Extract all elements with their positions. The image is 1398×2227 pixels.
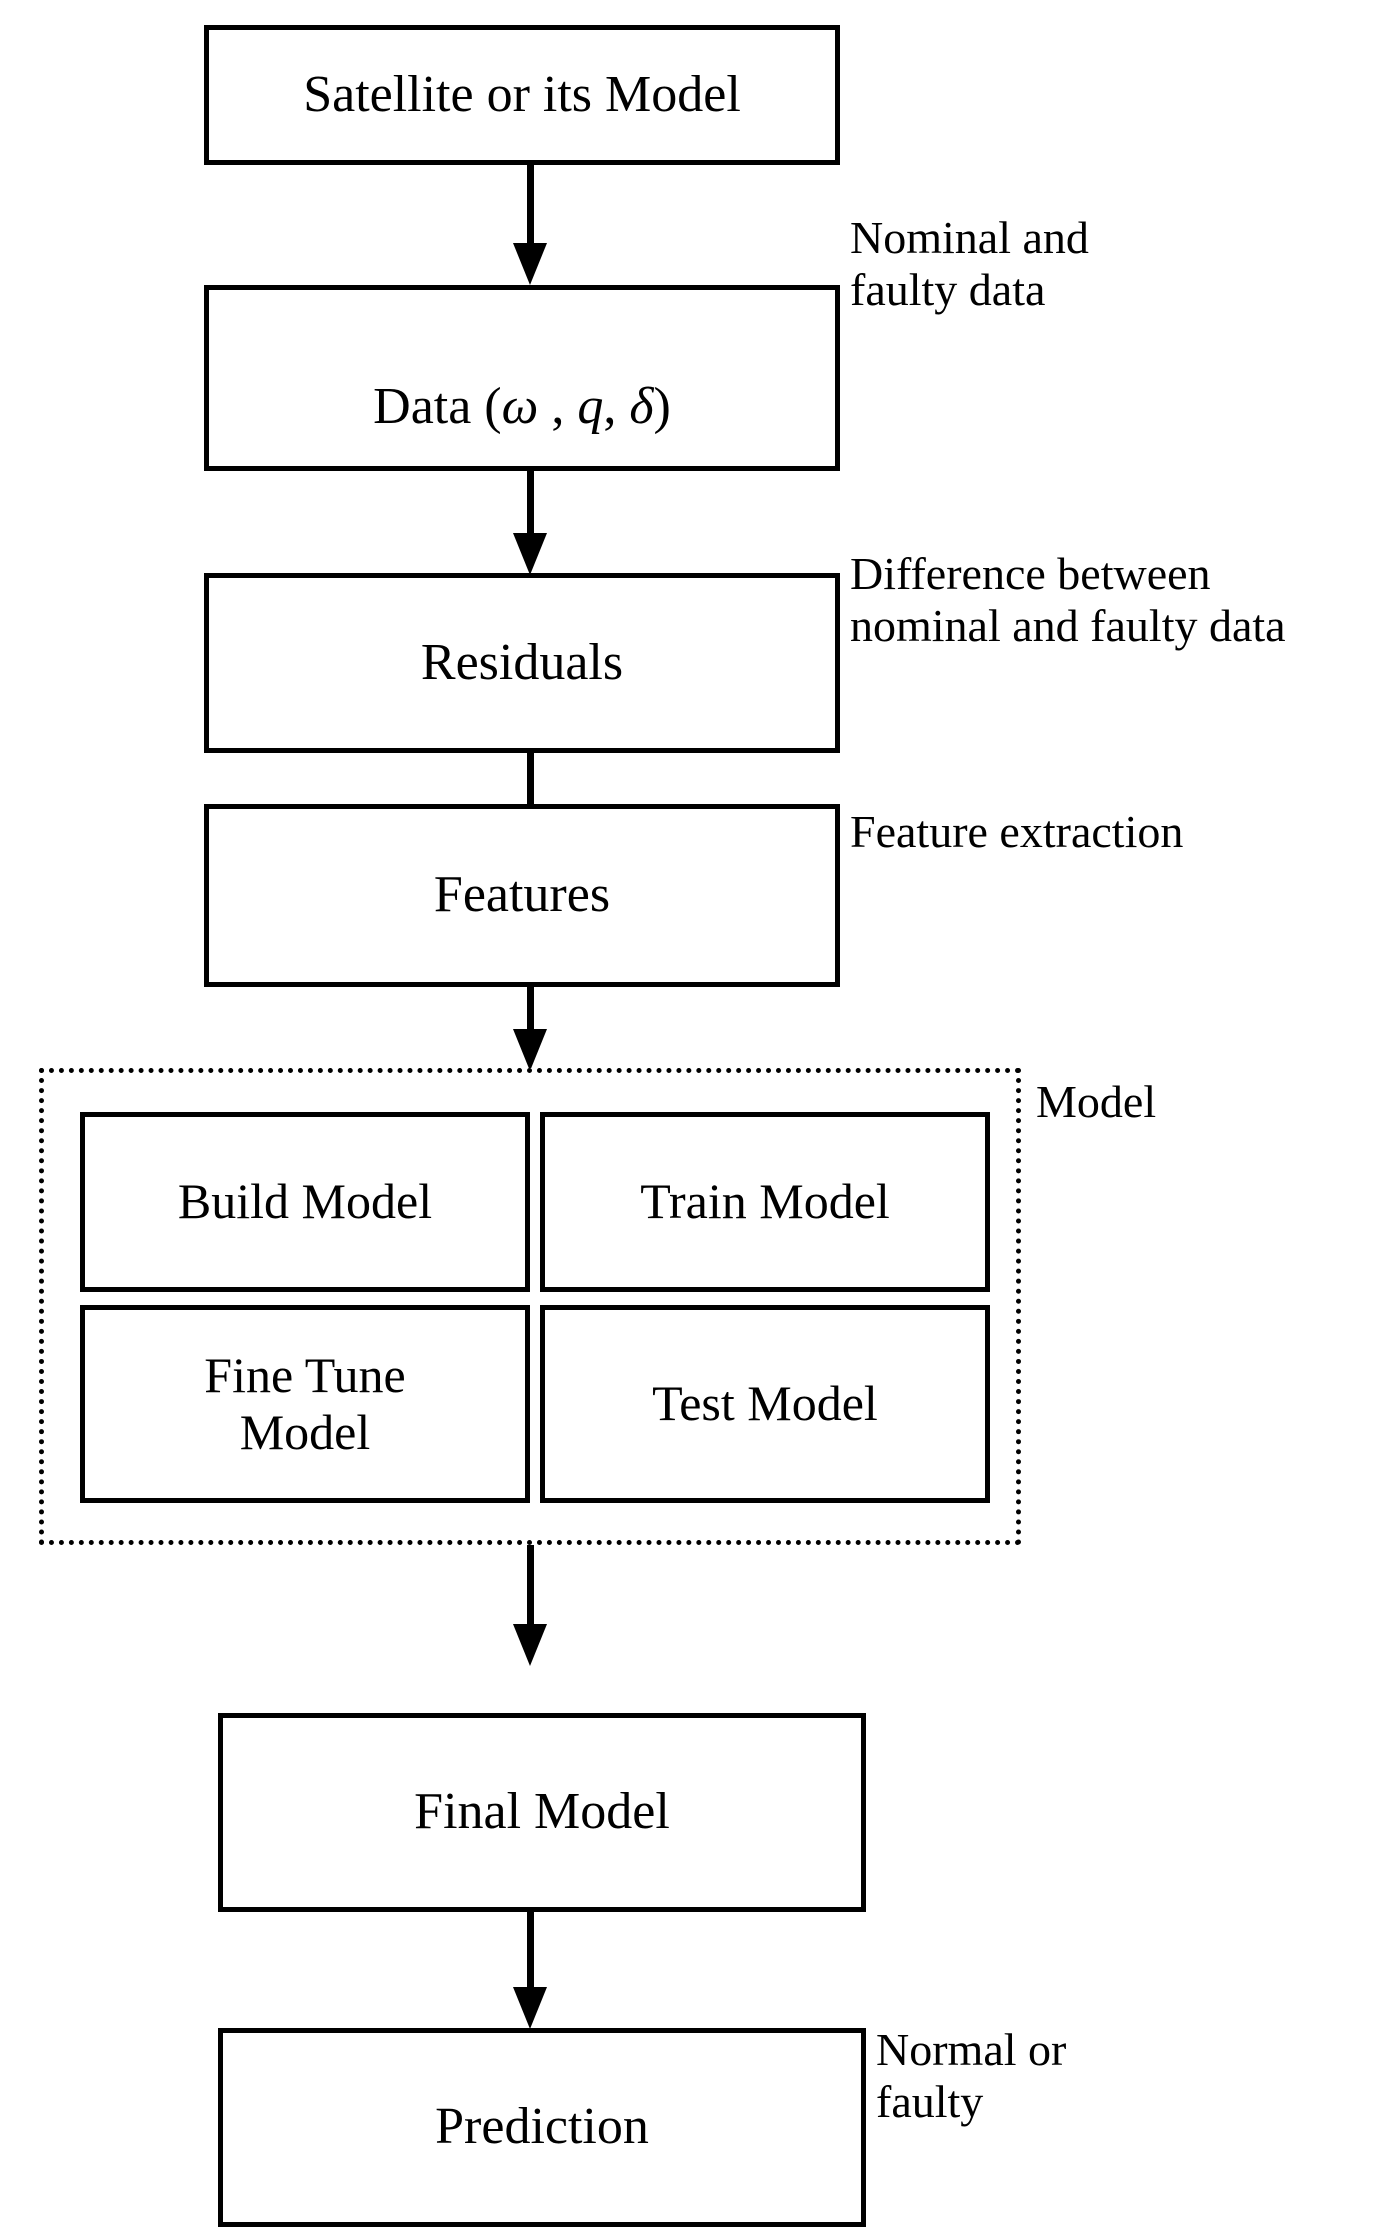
data-formula-prefix: Data (	[373, 378, 502, 435]
node-residuals[interactable]: Residuals	[204, 573, 840, 753]
arrow-head	[513, 1987, 547, 2029]
data-formula-var-q: q	[577, 378, 604, 435]
annotation-model: Model	[1036, 1076, 1157, 1127]
arrow-head	[513, 1029, 547, 1071]
data-formula-suffix: )	[653, 378, 671, 435]
node-prediction[interactable]: Prediction	[218, 2028, 866, 2227]
node-satellite-label: Satellite or its Model	[303, 65, 741, 123]
data-formula-var-delta: δ	[629, 378, 654, 435]
arrow-shaft	[526, 165, 534, 245]
data-formula-var-omega: ω	[501, 378, 539, 435]
node-fine-tune-model-label: Fine Tune Model	[204, 1346, 406, 1461]
node-final-model[interactable]: Final Model	[218, 1713, 866, 1912]
arrow-shaft	[526, 471, 534, 536]
arrow-shaft	[526, 1912, 534, 1990]
arrow-shaft	[526, 1545, 534, 1627]
node-build-model[interactable]: Build Model	[80, 1112, 530, 1292]
data-formula-sep1: ,	[538, 378, 578, 435]
node-test-model-label: Test Model	[652, 1375, 878, 1432]
node-build-model-label: Build Model	[177, 1173, 433, 1230]
node-fine-tune-model[interactable]: Fine Tune Model	[80, 1305, 530, 1503]
node-features-label: Features	[433, 866, 611, 924]
node-features[interactable]: Features	[204, 804, 840, 987]
data-formula-sep2: ,	[603, 378, 630, 435]
annotation-difference-between-nominal-and-faulty-data: Difference between nominal and faulty da…	[850, 548, 1286, 651]
arrow-head	[513, 243, 547, 285]
model-group-container: Build Model Train Model Fine Tune Model …	[39, 1068, 1021, 1545]
annotation-feature-extraction: Feature extraction	[850, 806, 1184, 857]
node-train-model-label: Train Model	[640, 1173, 890, 1230]
node-prediction-label: Prediction	[435, 2098, 649, 2156]
node-data[interactable]: Data (ω , q, δ)	[204, 285, 840, 471]
flowchart-canvas: Satellite or its Model Data (ω , q, δ) N…	[0, 0, 1398, 2227]
node-test-model[interactable]: Test Model	[540, 1305, 990, 1503]
arrow-head	[513, 533, 547, 575]
node-final-model-label: Final Model	[414, 1783, 670, 1841]
node-residuals-label: Residuals	[420, 633, 624, 691]
annotation-nominal-and-faulty-data: Nominal and faulty data	[850, 212, 1089, 315]
node-data-label: Data (ω , q, δ)	[367, 320, 677, 436]
node-satellite-or-its-model[interactable]: Satellite or its Model	[204, 25, 840, 165]
node-train-model[interactable]: Train Model	[540, 1112, 990, 1292]
arrow-head	[513, 1624, 547, 1666]
arrow-shaft	[526, 987, 534, 1032]
annotation-normal-or-faulty: Normal or faulty	[876, 2024, 1067, 2127]
